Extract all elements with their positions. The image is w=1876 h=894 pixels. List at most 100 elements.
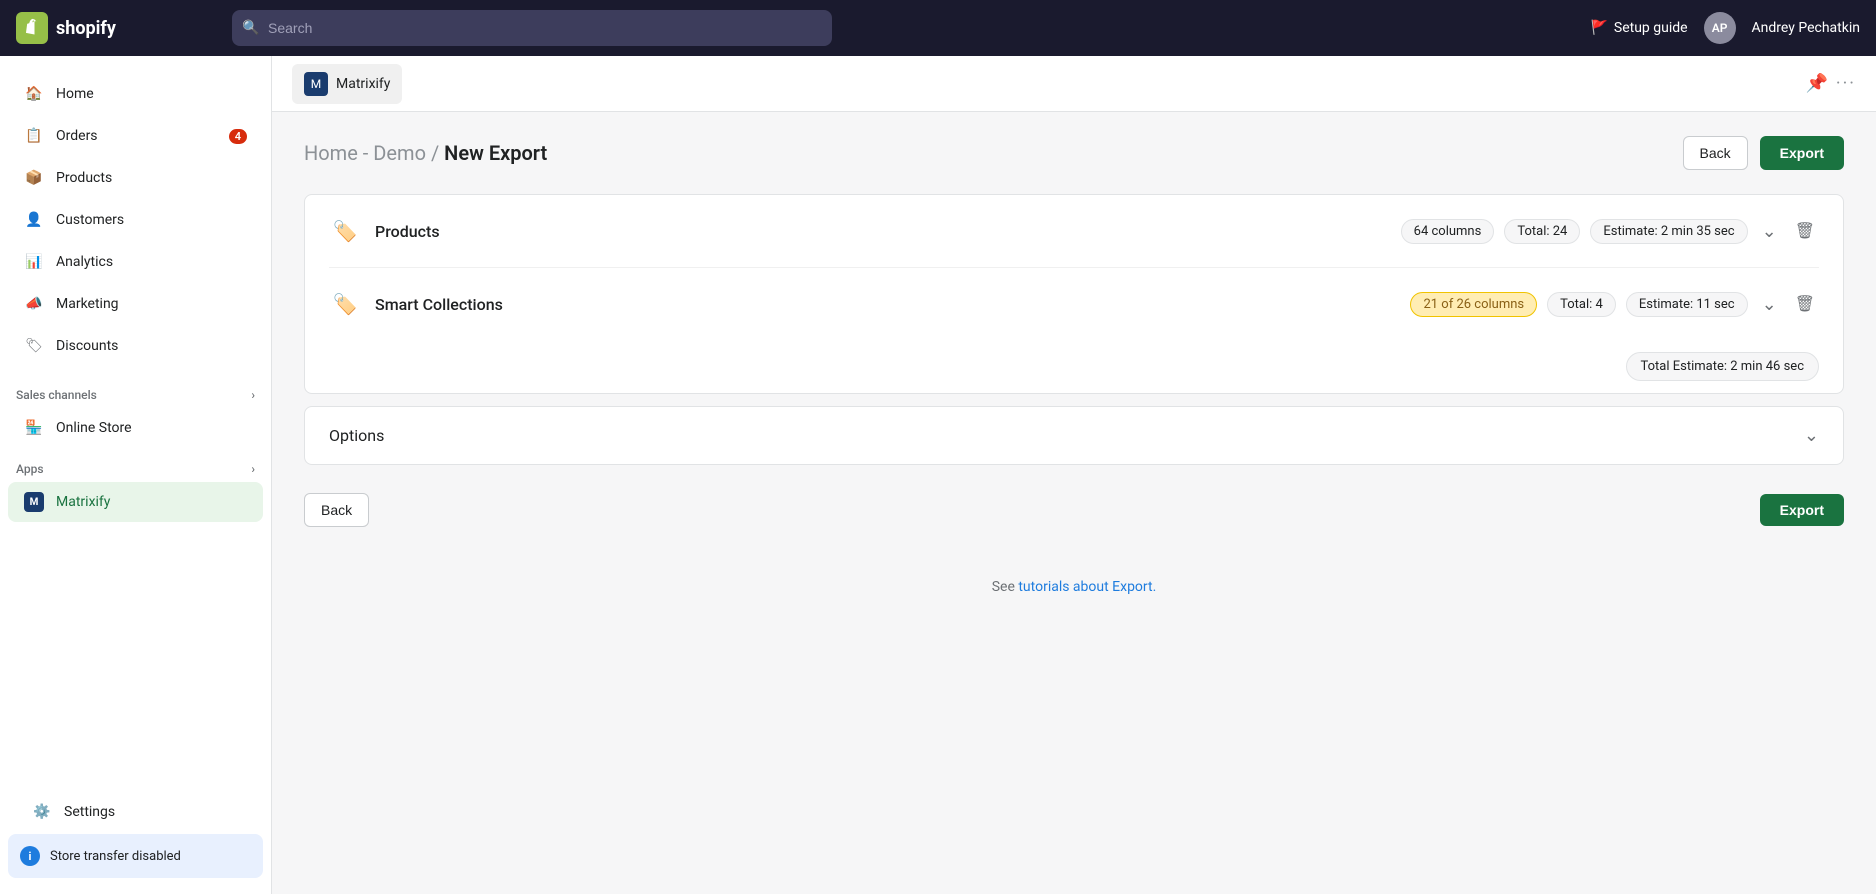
logo: shopify [16,12,216,44]
search-input[interactable] [232,10,832,46]
sidebar-item-customers[interactable]: 👤 Customers [8,200,263,240]
products-delete-button[interactable]: 🗑 [1791,217,1819,245]
more-options-icon[interactable]: ··· [1836,73,1856,94]
sidebar-item-label: Home [56,86,94,102]
store-transfer-label: Store transfer disabled [50,849,181,864]
products-row-actions: ⌄ 🗑 [1758,217,1819,246]
export-items-section: 🏷️ Products 64 columns Total: 24 Estimat… [305,195,1843,340]
back-button-bottom[interactable]: Back [304,493,369,527]
apps-arrow: › [251,462,255,476]
flag-icon: 🚩 [1590,20,1607,36]
avatar[interactable]: AP [1704,12,1736,44]
options-expand-icon: ⌄ [1804,425,1819,446]
sales-channels-label: Sales channels [16,388,97,402]
sales-channels-arrow: › [251,388,255,402]
settings-label: Settings [64,804,115,820]
products-total-badge: Total: 24 [1504,219,1580,244]
analytics-icon: 📊 [24,252,44,272]
products-columns-tag[interactable]: 64 columns [1401,219,1495,244]
footer-see-label: See [992,579,1019,595]
options-card[interactable]: Options ⌄ [304,406,1844,465]
sidebar-item-label: Customers [56,212,124,228]
setup-guide-label: Setup guide [1614,20,1688,36]
app-header-right: 📌 ··· [1805,73,1856,94]
sidebar-item-label: Online Store [56,420,132,436]
layout: 🏠 Home 📋 Orders 4 📦 Products 👤 Customers… [0,56,1876,894]
breadcrumb: Home - Demo / New Export [304,141,547,165]
back-button-top[interactable]: Back [1683,136,1748,170]
user-name: Andrey Pechatkin [1752,20,1860,36]
app-header-bar: M Matrixify 📌 ··· [272,56,1876,112]
products-row-title: Products [375,222,1401,241]
orders-badge: 4 [229,129,247,144]
smart-collections-row-title: Smart Collections [375,295,1410,314]
sidebar-item-label: Discounts [56,338,118,354]
export-button-top[interactable]: Export [1760,136,1844,170]
smart-collections-delete-button[interactable]: 🗑 [1791,290,1819,318]
bottom-actions: Back Export [304,481,1844,539]
sidebar-item-marketing[interactable]: 📣 Marketing [8,284,263,324]
export-button-bottom[interactable]: Export [1760,494,1844,526]
breadcrumb-actions: Back Export [1683,136,1844,170]
sidebar-item-label: Analytics [56,254,113,270]
sidebar-item-orders[interactable]: 📋 Orders 4 [8,116,263,156]
products-icon: 📦 [24,168,44,188]
smart-collections-estimate-badge: Estimate: 11 sec [1626,292,1748,317]
apps-section[interactable]: Apps › [0,450,271,480]
smart-collections-row-actions: ⌄ 🗑 [1758,290,1819,319]
sidebar-item-online-store[interactable]: 🏪 Online Store [8,408,263,448]
products-estimate-badge: Estimate: 2 min 35 sec [1590,219,1747,244]
footer-text: See tutorials about Export. [304,563,1844,619]
products-row-icon: 🏷️ [329,215,361,247]
export-row-smart-collections: 🏷️ Smart Collections 21 of 26 columns To… [329,268,1819,340]
setup-guide-button[interactable]: 🚩 Setup guide [1590,20,1687,36]
pin-icon[interactable]: 📌 [1805,73,1827,94]
breadcrumb-current: New Export [444,141,547,165]
smart-collections-total-badge: Total: 4 [1547,292,1616,317]
matrixify-tab-label: Matrixify [336,76,390,92]
sidebar-item-label: Marketing [56,296,119,312]
export-items-card: 🏷️ Products 64 columns Total: 24 Estimat… [304,194,1844,394]
sidebar-bottom: ⚙️ Settings i Store transfer disabled [0,774,271,894]
sidebar-item-analytics[interactable]: 📊 Analytics [8,242,263,282]
topbar: shopify 🔍 🚩 Setup guide AP Andrey Pechat… [0,0,1876,56]
main-content: M Matrixify 📌 ··· Home - Demo / New Expo… [272,56,1876,894]
search-bar[interactable]: 🔍 [232,10,832,46]
orders-icon: 📋 [24,126,44,146]
sidebar-item-products[interactable]: 📦 Products [8,158,263,198]
home-icon: 🏠 [24,84,44,104]
sidebar-item-discounts[interactable]: 🏷 Discounts [8,326,263,366]
smart-collections-row-icon: 🏷️ [329,288,361,320]
matrixify-tab-icon: M [304,72,328,96]
sales-channels-section[interactable]: Sales channels › [0,376,271,406]
sidebar-item-matrixify[interactable]: M Matrixify [8,482,263,522]
topbar-right: 🚩 Setup guide AP Andrey Pechatkin [1590,12,1860,44]
store-transfer-banner: i Store transfer disabled [8,834,263,878]
settings-item[interactable]: ⚙️ Settings [16,792,255,832]
smart-collections-columns-tag[interactable]: 21 of 26 columns [1410,292,1537,317]
products-expand-button[interactable]: ⌄ [1758,217,1781,246]
matrixify-tab-icon-letter: M [311,77,321,91]
page-content: Home - Demo / New Export Back Export 🏷️ [272,112,1876,643]
sidebar-item-label: Matrixify [56,494,110,510]
matrixify-tab[interactable]: M Matrixify [292,64,402,104]
smart-collections-expand-button[interactable]: ⌄ [1758,290,1781,319]
online-store-icon: 🏪 [24,418,44,438]
options-row[interactable]: Options ⌄ [305,407,1843,464]
apps-label: Apps [16,462,44,476]
settings-icon: ⚙️ [32,802,52,822]
options-title: Options [329,426,1804,445]
total-estimate-row: Total Estimate: 2 min 46 sec [305,340,1843,393]
sidebar-item-label: Products [56,170,112,186]
logo-text: shopify [56,18,116,39]
breadcrumb-slash: / [431,141,444,165]
breadcrumb-separator: - [363,141,374,165]
export-row-products: 🏷️ Products 64 columns Total: 24 Estimat… [329,195,1819,268]
sidebar: 🏠 Home 📋 Orders 4 📦 Products 👤 Customers… [0,56,272,894]
sidebar-item-home[interactable]: 🏠 Home [8,74,263,114]
avatar-initials: AP [1712,21,1728,35]
breadcrumb-row: Home - Demo / New Export Back Export [304,136,1844,170]
marketing-icon: 📣 [24,294,44,314]
tutorials-link[interactable]: tutorials about Export. [1018,579,1156,595]
sidebar-item-label: Orders [56,128,98,144]
